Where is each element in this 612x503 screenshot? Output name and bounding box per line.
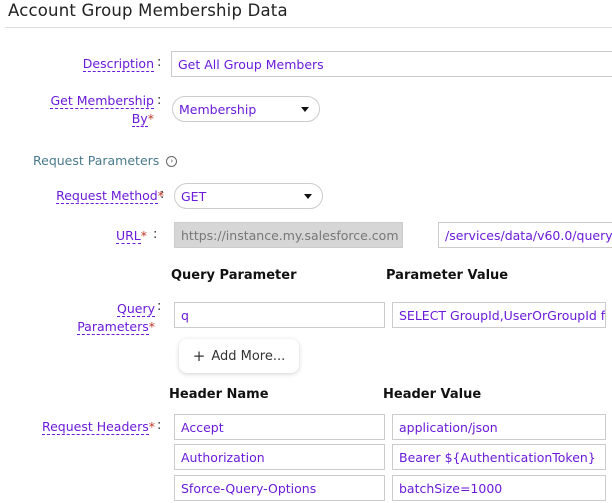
membership-select[interactable]: Membership xyxy=(172,96,320,122)
header-name-input[interactable]: Accept xyxy=(174,414,385,440)
plus-icon: + xyxy=(192,347,206,365)
divider xyxy=(5,27,612,28)
query-param-value-input[interactable]: SELECT GroupId,UserOrGroupId f xyxy=(392,302,606,328)
chevron-circle-right-icon: › xyxy=(166,156,178,167)
url-label: URL* xyxy=(115,228,147,244)
header-name-input[interactable]: Sforce-Query-Options xyxy=(174,475,385,501)
request-method-select[interactable]: GET xyxy=(174,183,323,209)
colon: : xyxy=(157,299,162,314)
header-value-input[interactable]: batchSize=1000 xyxy=(392,475,606,501)
header-value-input[interactable]: application/json xyxy=(392,414,606,440)
description-label: Description xyxy=(82,56,154,72)
get-membership-by-label: Get Membership By* xyxy=(50,93,154,127)
header-name-input[interactable]: Authorization xyxy=(174,444,385,470)
colon: : xyxy=(160,187,165,202)
caret-down-icon xyxy=(301,106,309,112)
header-value-header: Header Value xyxy=(383,387,482,402)
colon: : xyxy=(153,227,158,242)
url-path-input[interactable]: /services/data/v60.0/query xyxy=(438,222,612,248)
colon: : xyxy=(157,418,162,433)
header-name-header: Header Name xyxy=(169,387,269,402)
query-param-name-input[interactable]: q xyxy=(174,302,385,328)
header-value-input[interactable]: Bearer ${AuthenticationToken} xyxy=(392,444,606,470)
colon: : xyxy=(157,93,162,108)
request-parameters-section[interactable]: Request Parameters › xyxy=(33,153,178,168)
page-title: Account Group Membership Data xyxy=(8,1,288,20)
add-more-button[interactable]: + Add More... xyxy=(179,339,299,373)
query-parameter-header: Query Parameter xyxy=(171,268,297,283)
colon: : xyxy=(157,55,162,70)
query-parameters-label: Query Parameters* xyxy=(77,301,155,335)
url-base-input: https://instance.my.salesforce.com xyxy=(174,222,403,248)
request-method-label: Request Method* xyxy=(56,188,164,204)
request-headers-label: Request Headers* xyxy=(41,419,155,435)
description-input[interactable]: Get All Group Members xyxy=(171,51,612,77)
caret-down-icon xyxy=(304,193,312,199)
parameter-value-header: Parameter Value xyxy=(386,268,509,283)
